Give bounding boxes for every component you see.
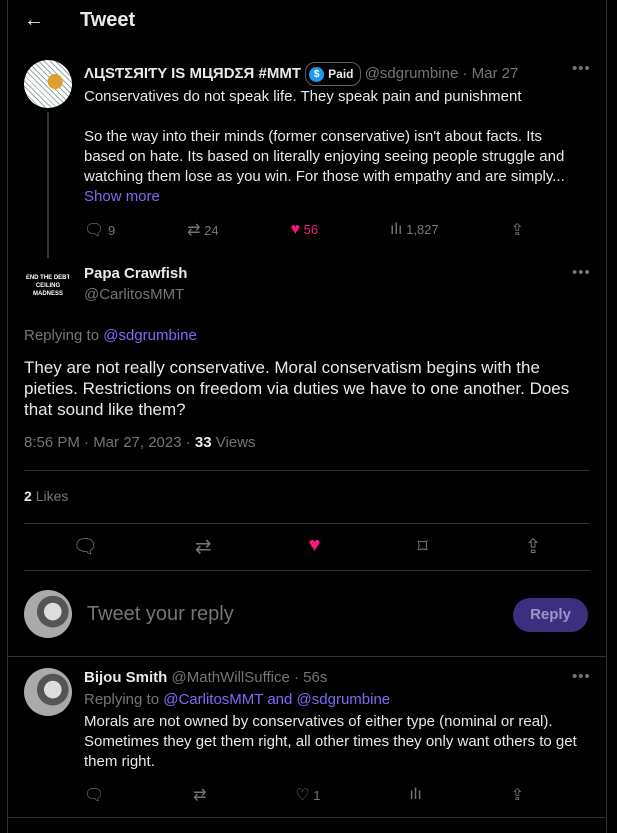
author-handle[interactable]: @MathWillSuffice: [172, 669, 290, 686]
reply-action[interactable]: 🗨 9: [84, 220, 115, 240]
tweet-time[interactable]: · 56s: [294, 669, 327, 686]
avatar[interactable]: [24, 668, 72, 716]
author-name[interactable]: ɅЦSƬΣЯIƬY IS MЦЯDΣЯ #MMT: [84, 65, 301, 82]
avatar[interactable]: [24, 60, 72, 108]
like-count: 1: [313, 788, 321, 803]
back-arrow-icon[interactable]: ←: [24, 9, 44, 32]
heart-filled-icon: ♥: [290, 221, 301, 238]
reply-input[interactable]: Tweet your reply: [87, 603, 234, 626]
more-icon[interactable]: •••: [572, 668, 591, 685]
author-name[interactable]: Papa Crawfish: [84, 265, 187, 282]
tweet-text: They are not really conservative. Moral …: [24, 358, 570, 419]
views-label: Views: [215, 434, 256, 451]
heart-icon: ♡: [295, 787, 310, 804]
divider: [8, 656, 606, 657]
reply-icon: 🗨: [84, 222, 105, 239]
author-handle[interactable]: @CarlitosMMT: [84, 285, 184, 305]
reply-icon[interactable]: 🗨: [72, 534, 97, 559]
likes-count: 2: [24, 488, 32, 504]
reply-icon[interactable]: 🗨: [84, 785, 104, 805]
replying-to-link[interactable]: @sdgrumbine: [103, 327, 197, 344]
bookmark-icon[interactable]: ⌑: [417, 534, 427, 559]
timestamp[interactable]: 8:56 PM · Mar 27, 2023 ·: [24, 434, 195, 451]
heart-filled-icon[interactable]: ♥: [309, 534, 321, 559]
share-icon[interactable]: ⇪: [511, 785, 524, 805]
reply-count: 9: [107, 223, 116, 238]
like-action[interactable]: ♥ 56: [291, 221, 319, 239]
replying-label: Replying to: [24, 327, 100, 344]
retweet-icon[interactable]: ⇄: [195, 534, 212, 559]
views-count: 33: [194, 434, 212, 451]
page-title: Tweet: [80, 9, 136, 31]
retweet-count: 24: [204, 223, 219, 238]
share-icon[interactable]: ⇪: [525, 534, 542, 559]
more-icon[interactable]: •••: [572, 60, 591, 77]
thread-line: [47, 112, 49, 258]
tweet-text: Conservatives do not speak life. They sp…: [84, 88, 522, 105]
divider: [24, 570, 590, 571]
share-icon[interactable]: ⇪: [511, 220, 524, 240]
views-action[interactable]: ılı 1,827: [390, 221, 439, 239]
divider: [24, 523, 590, 524]
reply-button[interactable]: Reply: [513, 598, 588, 632]
badge-label: Paid: [328, 67, 354, 81]
views-icon: ılı: [390, 221, 403, 238]
tweet-time[interactable]: · Mar 27: [462, 65, 518, 82]
avatar[interactable]: END THE DEBT CEILING MADNESS: [24, 262, 72, 310]
retweet-action[interactable]: ⇄ 24: [187, 220, 219, 240]
view-count: 1,827: [406, 222, 439, 237]
divider: [8, 817, 606, 818]
author-name[interactable]: Bijou Smith: [84, 669, 167, 686]
avatar: [24, 590, 72, 638]
divider: [24, 470, 590, 471]
like-count: 56: [303, 222, 319, 237]
tweet-text-continued: So the way into their minds (former cons…: [84, 128, 565, 185]
show-more-link[interactable]: Show more: [84, 188, 160, 205]
author-handle[interactable]: @sdgrumbine: [365, 65, 459, 82]
retweet-icon: ⇄: [187, 222, 201, 239]
tweet-text: Morals are not owned by conservatives of…: [84, 713, 577, 770]
likes-label: Likes: [35, 488, 69, 504]
like-action[interactable]: ♡ 1: [295, 785, 320, 805]
views-icon[interactable]: ılı: [409, 786, 421, 804]
retweet-icon[interactable]: ⇄: [193, 785, 206, 805]
replying-to-link[interactable]: @CarlitosMMT and @sdgrumbine: [163, 691, 390, 708]
avatar-logo-text: END THE DEBT CEILING MADNESS: [25, 275, 71, 297]
replying-label: Replying to: [84, 691, 160, 708]
more-icon[interactable]: •••: [572, 264, 591, 281]
action-bar: 🗨 ⇄ ♥ ⌑ ⇪: [24, 534, 590, 559]
paid-badge: $ Paid: [305, 62, 361, 86]
likes-link[interactable]: 2 Likes: [24, 488, 68, 504]
dollar-icon: $: [309, 66, 325, 82]
